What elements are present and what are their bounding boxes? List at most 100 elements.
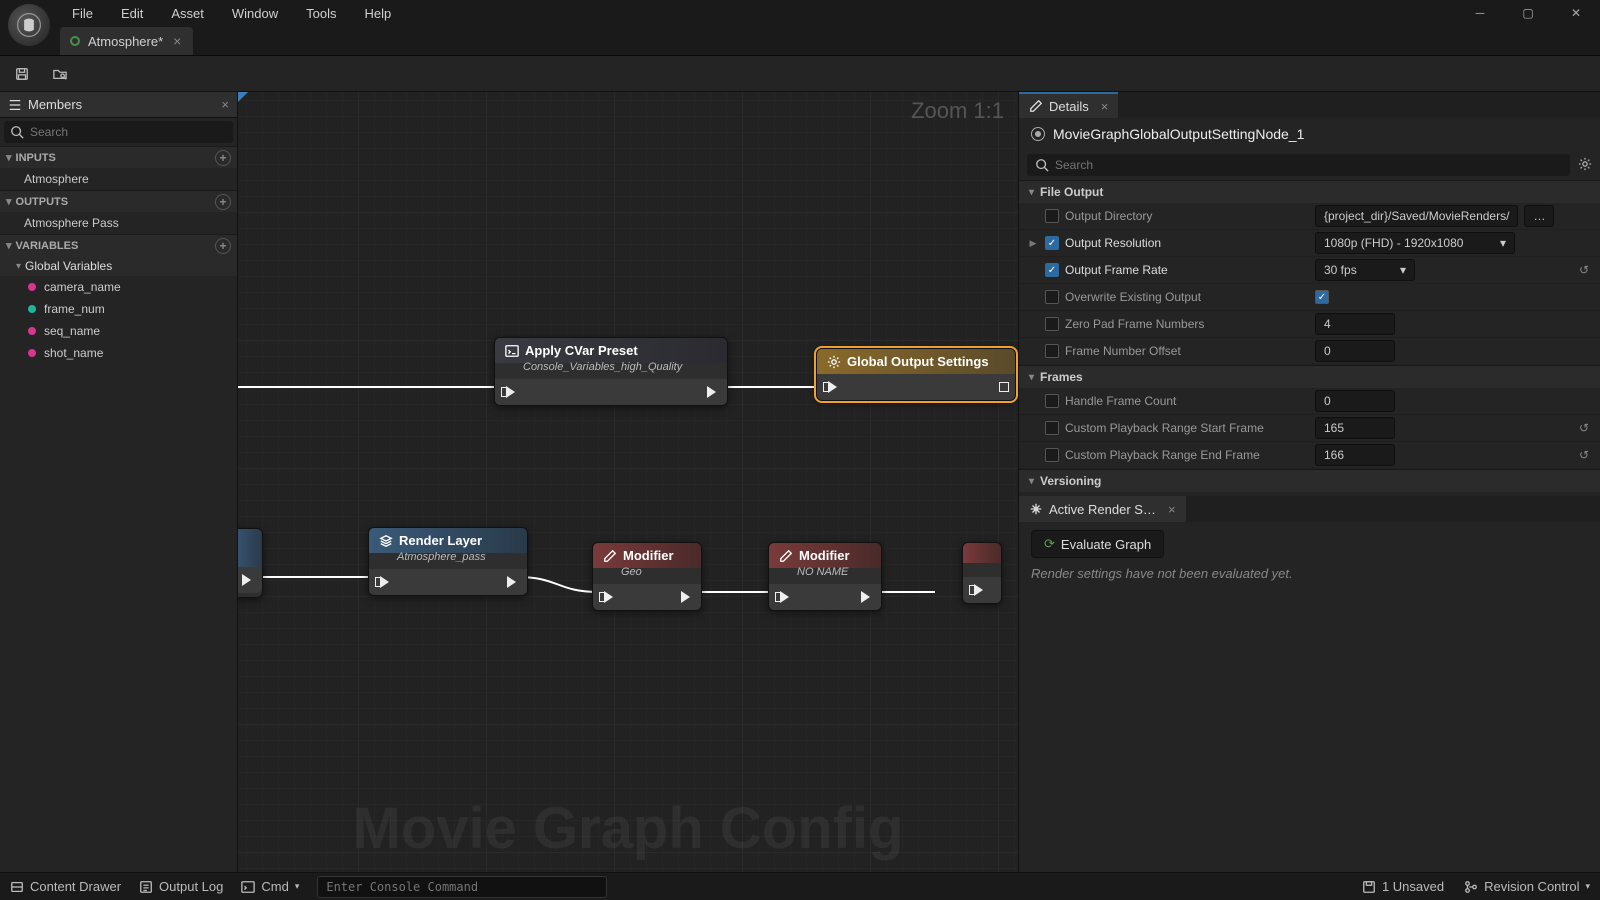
exec-in-pin[interactable] — [599, 590, 613, 604]
exec-out-pin[interactable] — [999, 380, 1013, 394]
global-var-item[interactable]: shot_name — [0, 342, 237, 364]
console-command-input[interactable] — [317, 876, 607, 898]
render-tab-close[interactable]: × — [1168, 502, 1176, 517]
reset-button[interactable]: ↺ — [1576, 448, 1592, 462]
pin-icon — [28, 283, 36, 291]
browse-button[interactable] — [48, 62, 72, 86]
override-checkbox[interactable] — [1045, 290, 1059, 304]
pin-icon — [28, 327, 36, 335]
evaluate-graph-button[interactable]: ⟳ Evaluate Graph — [1031, 530, 1164, 558]
playback-start-field[interactable]: 165 — [1315, 417, 1395, 439]
override-checkbox[interactable] — [1045, 263, 1059, 277]
document-tab[interactable]: Atmosphere* × — [60, 27, 193, 55]
unsaved-button[interactable]: 1 Unsaved — [1362, 879, 1444, 894]
close-button[interactable]: ✕ — [1552, 0, 1600, 26]
section-variables[interactable]: ▾VARIABLES + — [0, 234, 237, 256]
add-variable-button[interactable]: + — [215, 238, 231, 254]
search-icon — [1035, 158, 1049, 172]
global-var-item[interactable]: camera_name — [0, 276, 237, 298]
cmd-dropdown[interactable]: Cmd ▾ — [241, 879, 299, 894]
details-tab-close[interactable]: × — [1101, 99, 1109, 114]
playback-end-field[interactable]: 166 — [1315, 444, 1395, 466]
graph-node-partial[interactable] — [238, 528, 263, 598]
override-checkbox[interactable] — [1045, 421, 1059, 435]
frameoffset-field[interactable]: 0 — [1315, 340, 1395, 362]
exec-out-pin[interactable] — [861, 590, 875, 604]
node-global-output-settings[interactable]: Global Output Settings — [816, 348, 1016, 401]
details-settings-button[interactable] — [1578, 157, 1592, 174]
maximize-button[interactable]: ▢ — [1504, 0, 1552, 26]
handle-field[interactable]: 0 — [1315, 390, 1395, 412]
override-checkbox[interactable] — [1045, 394, 1059, 408]
reset-button[interactable]: ↺ — [1576, 263, 1592, 277]
output-log-button[interactable]: Output Log — [139, 879, 223, 894]
exec-in-pin[interactable] — [823, 380, 837, 394]
members-tab[interactable]: Members × — [0, 92, 237, 118]
global-var-item[interactable]: frame_num — [0, 298, 237, 320]
node-modifier-geo[interactable]: Modifier Geo — [592, 542, 702, 611]
override-checkbox[interactable] — [1045, 236, 1059, 250]
category-frames[interactable]: Frames — [1019, 365, 1600, 388]
exec-in-pin[interactable] — [969, 583, 983, 597]
browse-directory-button[interactable]: … — [1524, 205, 1554, 227]
exec-out-pin[interactable] — [707, 385, 721, 399]
details-tab[interactable]: Details × — [1019, 92, 1118, 118]
menu-edit[interactable]: Edit — [109, 2, 155, 25]
override-checkbox[interactable] — [1045, 209, 1059, 223]
members-tab-label: Members — [28, 97, 82, 112]
add-output-button[interactable]: + — [215, 194, 231, 210]
exec-out-pin[interactable] — [681, 590, 695, 604]
members-search-input[interactable] — [30, 125, 227, 139]
layers-icon — [379, 534, 393, 548]
framerate-dropdown[interactable]: 30 fps▾ — [1315, 259, 1415, 281]
add-input-button[interactable]: + — [215, 150, 231, 166]
node-apply-cvar-preset[interactable]: Apply CVar Preset Console_Variables_high… — [494, 337, 728, 406]
revision-control-button[interactable]: Revision Control ▾ — [1464, 879, 1590, 894]
active-render-tab[interactable]: Active Render S… × — [1019, 496, 1186, 522]
overwrite-checkbox[interactable] — [1315, 290, 1329, 304]
document-tab-close[interactable]: × — [171, 33, 183, 49]
details-search[interactable] — [1027, 154, 1570, 176]
members-panel: Members × ▾INPUTS + Atmosphere ▾OUTPUTS … — [0, 92, 238, 872]
menu-asset[interactable]: Asset — [159, 2, 216, 25]
resolution-dropdown[interactable]: 1080p (FHD) - 1920x1080▾ — [1315, 232, 1515, 254]
save-button[interactable] — [10, 62, 34, 86]
override-checkbox[interactable] — [1045, 448, 1059, 462]
menubar: File Edit Asset Window Tools Help ─ ▢ ✕ — [0, 0, 1600, 26]
node-modifier-noname[interactable]: Modifier NO NAME — [768, 542, 882, 611]
graph-node-partial[interactable] — [962, 542, 1002, 604]
minimize-button[interactable]: ─ — [1456, 0, 1504, 26]
content-drawer-button[interactable]: Content Drawer — [10, 879, 121, 894]
drawer-icon — [10, 880, 24, 894]
menu-file[interactable]: File — [60, 2, 105, 25]
menu-window[interactable]: Window — [220, 2, 290, 25]
members-search[interactable] — [4, 121, 233, 143]
menu-help[interactable]: Help — [352, 2, 403, 25]
exec-in-pin[interactable] — [375, 575, 389, 589]
prop-output-resolution: ▶ Output Resolution 1080p (FHD) - 1920x1… — [1019, 230, 1600, 257]
output-directory-field[interactable]: {project_dir}/Saved/MovieRenders/ — [1315, 205, 1518, 227]
reset-button[interactable]: ↺ — [1576, 421, 1592, 435]
output-item[interactable]: Atmosphere Pass — [0, 212, 237, 234]
section-inputs[interactable]: ▾INPUTS + — [0, 146, 237, 168]
exec-in-pin[interactable] — [501, 385, 515, 399]
section-outputs[interactable]: ▾OUTPUTS + — [0, 190, 237, 212]
details-search-input[interactable] — [1055, 158, 1562, 172]
category-file-output[interactable]: File Output — [1019, 180, 1600, 203]
node-render-layer[interactable]: Render Layer Atmosphere_pass — [368, 527, 528, 596]
exec-out-pin[interactable] — [242, 573, 256, 587]
exec-in-pin[interactable] — [775, 590, 789, 604]
menu-tools[interactable]: Tools — [294, 2, 348, 25]
graph-canvas[interactable]: Zoom 1:1 Movie Graph Config Apply CVar P… — [238, 92, 1018, 872]
zeropad-field[interactable]: 4 — [1315, 313, 1395, 335]
folder-search-icon — [53, 67, 67, 81]
expand-arrow[interactable]: ▶ — [1027, 238, 1039, 249]
exec-out-pin[interactable] — [507, 575, 521, 589]
global-variables-header[interactable]: Global Variables — [0, 256, 237, 276]
global-var-item[interactable]: seq_name — [0, 320, 237, 342]
input-item[interactable]: Atmosphere — [0, 168, 237, 190]
category-versioning[interactable]: Versioning — [1019, 469, 1600, 492]
members-tab-close[interactable]: × — [221, 97, 229, 112]
override-checkbox[interactable] — [1045, 344, 1059, 358]
override-checkbox[interactable] — [1045, 317, 1059, 331]
